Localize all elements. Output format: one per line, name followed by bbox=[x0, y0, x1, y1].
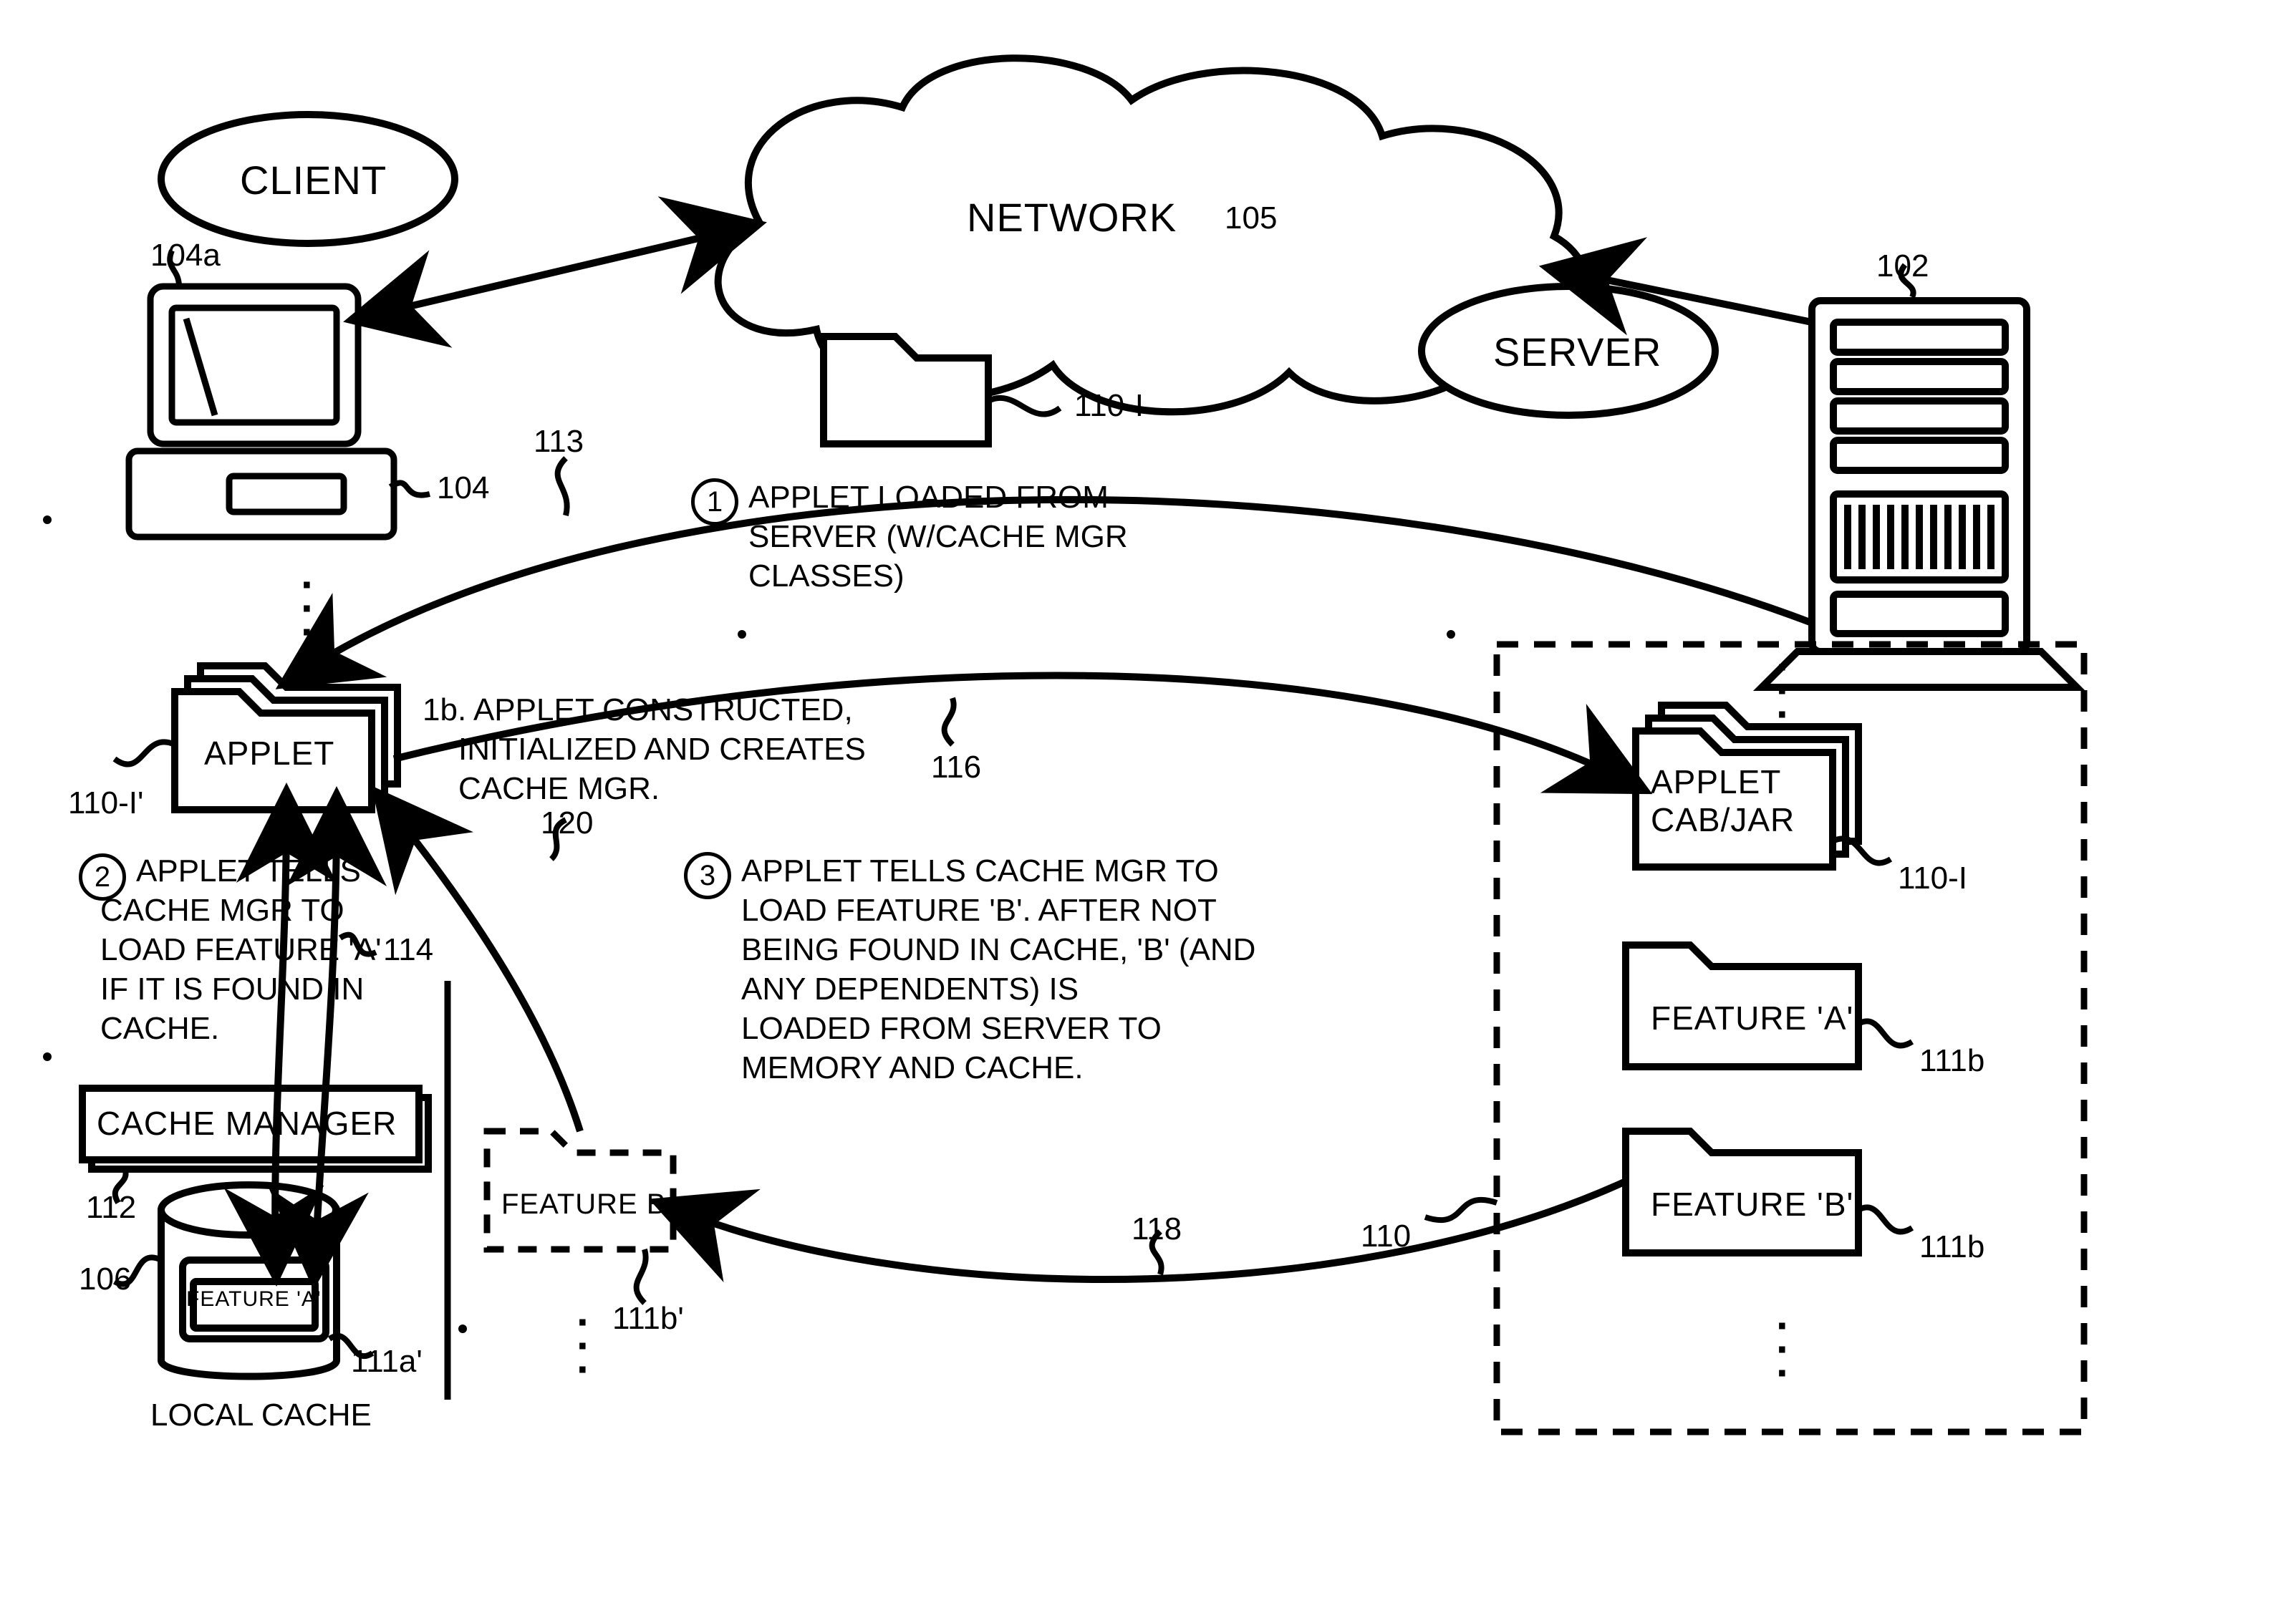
local-cache-label: LOCAL CACHE bbox=[150, 1396, 372, 1435]
step2-l2: CACHE MGR TO bbox=[100, 891, 344, 930]
vdots-3: ··· bbox=[1776, 655, 1790, 726]
local-cache-cylinder bbox=[161, 1185, 337, 1377]
client-label: CLIENT bbox=[240, 156, 387, 205]
ref-118: 118 bbox=[1132, 1210, 1182, 1249]
ref-111ap: 111a' bbox=[351, 1342, 423, 1381]
ref-113: 113 bbox=[534, 422, 584, 461]
step1-l1: APPLET LOADED FROM bbox=[748, 478, 1109, 517]
step2-l3: LOAD FEATURE 'A' bbox=[100, 931, 382, 969]
folder-110I-top bbox=[824, 336, 988, 444]
dot bbox=[738, 630, 746, 639]
feature-b-label: FEATURE 'B' bbox=[1651, 1185, 1853, 1224]
server-assets-box bbox=[1497, 644, 2084, 1432]
ref-102: 102 bbox=[1876, 247, 1929, 286]
dot bbox=[43, 515, 52, 524]
step3-l6: MEMORY AND CACHE. bbox=[741, 1049, 1084, 1088]
ref-116: 116 bbox=[931, 748, 981, 787]
feature-a-label: FEATURE 'A' bbox=[1651, 999, 1853, 1037]
feature-a-small-label: FEATURE 'A' bbox=[186, 1287, 322, 1312]
ref-112: 112 bbox=[86, 1188, 136, 1227]
ref-104: 104 bbox=[437, 469, 489, 508]
ref-106: 106 bbox=[79, 1260, 131, 1299]
step2-l5: CACHE. bbox=[100, 1009, 219, 1048]
server-tower bbox=[1762, 301, 2077, 687]
cache-manager-label: CACHE MANAGER bbox=[97, 1104, 397, 1143]
arrow-120 bbox=[390, 809, 580, 1131]
step1b-l2: INITIALIZED AND CREATES bbox=[458, 730, 866, 769]
vdots-4: ··· bbox=[1776, 1314, 1790, 1385]
step3-l3: BEING FOUND IN CACHE, 'B' (AND bbox=[741, 931, 1255, 969]
ref-104a: 104a bbox=[150, 236, 221, 275]
feature-b-dashed-label: FEATURE B bbox=[501, 1188, 667, 1221]
server-label: SERVER bbox=[1493, 328, 1661, 377]
ref-110: 110 bbox=[1361, 1217, 1411, 1256]
applet-cabjar-l1: APPLET bbox=[1651, 762, 1781, 801]
step3-l1: APPLET TELLS CACHE MGR TO bbox=[741, 852, 1219, 891]
vdots-1: ··· bbox=[301, 573, 315, 644]
dot bbox=[43, 1052, 52, 1061]
ref-111b-2: 111b bbox=[1919, 1228, 1984, 1267]
circled-3: 3 bbox=[684, 852, 731, 899]
circled-1: 1 bbox=[691, 478, 738, 526]
step1b-l3: CACHE MGR. bbox=[458, 770, 660, 808]
ref-110-Ip: 110-I' bbox=[68, 784, 143, 823]
applet-cabjar-l2: CAB/JAR bbox=[1651, 800, 1795, 839]
step1-l2: SERVER (W/CACHE MGR bbox=[748, 518, 1128, 556]
step3-l2: LOAD FEATURE 'B'. AFTER NOT bbox=[741, 891, 1217, 930]
diagram-stage: CLIENT SERVER NETWORK 105 104a 104 102 1… bbox=[0, 0, 2296, 1598]
step1-l3: CLASSES) bbox=[748, 557, 905, 596]
ref-110-I: 110-I bbox=[1074, 387, 1144, 425]
step1b-l1: 1b. APPLET CONSTRUCTED, bbox=[423, 691, 853, 730]
network-label: NETWORK bbox=[967, 193, 1177, 242]
step3-l4: ANY DEPENDENTS) IS bbox=[741, 970, 1079, 1009]
dot bbox=[458, 1325, 467, 1333]
ref-120: 120 bbox=[541, 804, 593, 843]
applet-folder-label: APPLET bbox=[204, 734, 334, 773]
client-computer bbox=[129, 286, 394, 537]
ref-111bp: 111b' bbox=[612, 1299, 684, 1338]
step3-l5: LOADED FROM SERVER TO bbox=[741, 1009, 1162, 1048]
dot bbox=[1447, 630, 1455, 639]
ref-110-I-2: 110-I bbox=[1898, 859, 1967, 898]
ref-114: 114 bbox=[383, 931, 433, 969]
ref-105: 105 bbox=[1225, 199, 1277, 238]
step2-l4: IF IT IS FOUND IN bbox=[100, 970, 364, 1009]
step2-l1: APPLET TELLS bbox=[136, 852, 361, 891]
ref-111b: 111b bbox=[1919, 1042, 1984, 1080]
vdots-2: ··· bbox=[577, 1310, 591, 1381]
